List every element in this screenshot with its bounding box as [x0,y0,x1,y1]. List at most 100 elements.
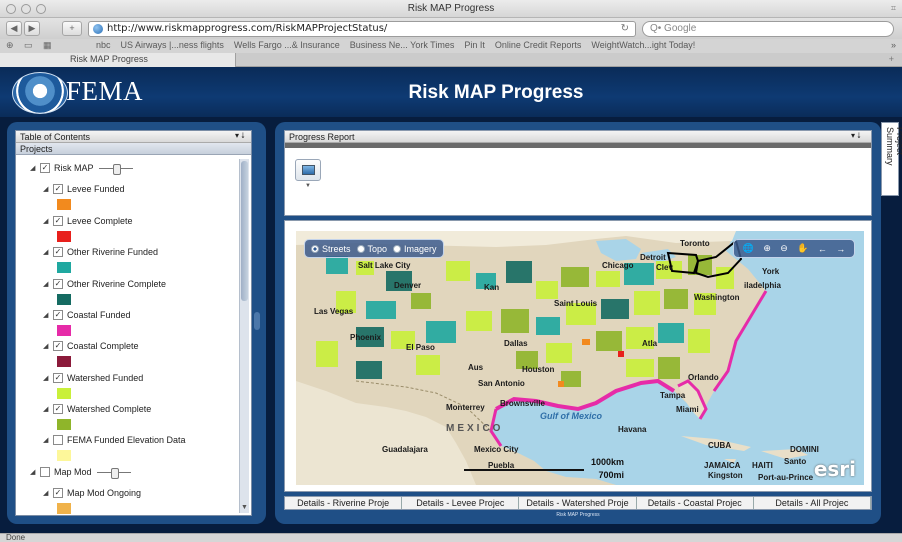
layer-checkbox[interactable]: ✓ [53,373,63,383]
expand-arrow-icon[interactable]: ◢ [30,164,40,172]
expand-arrow-icon[interactable]: ◢ [43,374,53,382]
tool-dropdown-icon[interactable]: ▼ [305,183,311,189]
expand-arrow-icon[interactable]: ◢ [43,217,53,225]
panel-splitter[interactable] [253,142,261,518]
layer-item[interactable]: ◢ ✓ Levee Funded [43,184,125,194]
map-label-el-paso: El Paso [406,343,435,352]
basemap-switcher: Streets Topo Imagery [304,239,444,258]
bookmarks-overflow-icon[interactable]: » [891,40,896,50]
radio-icon[interactable] [393,244,402,253]
expand-arrow-icon[interactable]: ◢ [43,436,53,444]
layer-item[interactable]: ◢ ✓ Coastal Funded [43,310,131,320]
layer-checkbox[interactable]: ✓ [53,279,63,289]
toc-panel-controls[interactable]: ▾ ⭣ [235,131,245,141]
expand-arrow-icon[interactable]: ◢ [43,280,53,288]
layer-label: Map Mod [54,467,92,477]
layer-checkbox[interactable]: ✓ [53,216,63,226]
map-label-saint-louis: Saint Louis [554,299,598,308]
progress-report-header: Progress Report ▾ ⭣ [285,131,871,143]
expand-arrow-icon[interactable]: ◢ [43,342,53,350]
layer-item[interactable]: ◢ ✓ Other Riverine Funded [43,247,158,257]
expand-arrow-icon[interactable]: ◢ [30,468,40,476]
radio-icon[interactable] [356,244,365,253]
opacity-slider[interactable] [96,467,131,479]
map-label-chicago: Chicago [602,261,634,270]
layer-item[interactable]: ◢ ✓ Watershed Complete [43,404,151,414]
splitter-handle[interactable] [254,312,260,330]
expand-arrow-icon[interactable]: ◢ [43,311,53,319]
toc-section-header[interactable]: Projects [16,143,251,155]
basemap-option[interactable]: Streets [311,244,351,254]
toc-scrollbar[interactable]: ▼ [239,159,249,513]
previous-extent-icon[interactable]: ← [818,244,827,254]
basemap-option[interactable]: Imagery [393,244,437,254]
zoom-in-icon[interactable]: ⊕ [763,243,771,254]
project-summary-tab[interactable]: Project Summary [881,122,902,196]
map-label-cuba: CUBA [708,441,732,450]
layer-group[interactable]: ◢ ✓ Risk MAP [30,163,133,175]
address-bar[interactable]: http://www.riskmapprogress.com/RiskMAPPr… [88,21,636,37]
toc-scroll-thumb[interactable] [241,161,248,301]
report-tool-button[interactable] [295,159,321,181]
bookmark-link[interactable]: Wells Fargo ...& Insurance [234,40,340,50]
map-label-detroit: Detroit [640,253,666,262]
expand-arrow-icon[interactable]: ◢ [43,489,53,497]
map-label-kansas: Kan [484,283,500,292]
search-field[interactable]: Q• Google [642,21,894,37]
reload-icon[interactable]: ↻ [621,23,629,34]
bookmark-link[interactable]: Business Ne... York Times [350,40,455,50]
layer-checkbox[interactable]: ✓ [53,247,63,257]
radio-icon[interactable] [311,244,319,253]
details-tab[interactable]: Details - Levee Projec [402,497,520,509]
layer-item[interactable]: ◢ ✓ Map Mod Ongoing [43,488,141,498]
toolbar-toggle-icon[interactable]: ⌗ [891,3,896,14]
zoom-out-icon[interactable]: ⊖ [780,243,788,254]
back-button[interactable]: ◀ [6,21,22,36]
layer-checkbox[interactable]: ✓ [53,488,63,498]
layer-label: Watershed Complete [67,404,152,414]
layer-checkbox[interactable]: ✓ [53,404,63,414]
forward-button[interactable]: ▶ [24,21,40,36]
layer-checkbox[interactable] [53,435,63,445]
details-tab[interactable]: Details - Riverine Proje [285,497,403,509]
layer-item[interactable]: ◢ FEMA Funded Elevation Data [43,435,186,445]
details-tab[interactable]: Details - Watershed Proje [519,497,637,509]
layer-checkbox[interactable]: ✓ [40,163,50,173]
opacity-slider[interactable] [98,163,133,175]
map-view[interactable]: Streets Topo Imagery 🌐 ⊕ ⊖ ✋ ← → Toronto D… [296,231,864,485]
expand-arrow-icon[interactable]: ◢ [43,405,53,413]
layer-item[interactable]: ◢ ✓ Levee Complete [43,216,133,226]
layer-checkbox[interactable]: ✓ [53,341,63,351]
progress-report-panel: Progress Report ▾ ⭣ ▼ [284,130,872,216]
bookmark-link[interactable]: Online Credit Reports [495,40,582,50]
layer-group[interactable]: ◢ Map Mod [30,467,131,479]
bookmark-icons[interactable]: ⊕ ▭ ▦ [6,40,56,51]
bookmark-link[interactable]: nbc [96,40,111,50]
progress-panel-controls[interactable]: ▾ ⭣ [851,131,861,141]
new-tab-icon[interactable]: + [889,54,894,64]
expand-arrow-icon[interactable]: ◢ [43,248,53,256]
layer-item[interactable]: ◢ ✓ Coastal Complete [43,341,139,351]
legend-swatch [57,262,71,273]
basemap-option[interactable]: Topo [356,244,387,254]
bookmark-link[interactable]: Pin It [464,40,485,50]
expand-arrow-icon[interactable]: ◢ [43,185,53,193]
scroll-down-icon[interactable]: ▼ [241,504,248,511]
browser-tab[interactable]: Risk MAP Progress [0,53,236,67]
bookmark-link[interactable]: WeightWatch...ight Today! [591,40,695,50]
map-label-houston: Houston [522,365,555,374]
layer-checkbox[interactable]: ✓ [53,184,63,194]
map-label-cleveland: Clev [656,263,673,272]
layer-checkbox[interactable] [40,467,50,477]
layer-checkbox[interactable]: ✓ [53,310,63,320]
full-extent-icon[interactable]: 🌐 [743,243,754,254]
add-bookmark-button[interactable]: + [62,21,82,36]
next-extent-icon[interactable]: → [836,244,845,254]
layer-item[interactable]: ◢ ✓ Watershed Funded [43,373,143,383]
details-tab[interactable]: Details - Coastal Projec [637,497,754,509]
esri-logo[interactable]: esri [814,457,856,481]
layer-item[interactable]: ◢ ✓ Other Riverine Complete [43,279,166,289]
details-tab[interactable]: Details - All Projec [754,497,872,509]
pan-hand-icon[interactable]: ✋ [797,243,808,254]
bookmark-link[interactable]: US Airways |...ness flights [121,40,224,50]
